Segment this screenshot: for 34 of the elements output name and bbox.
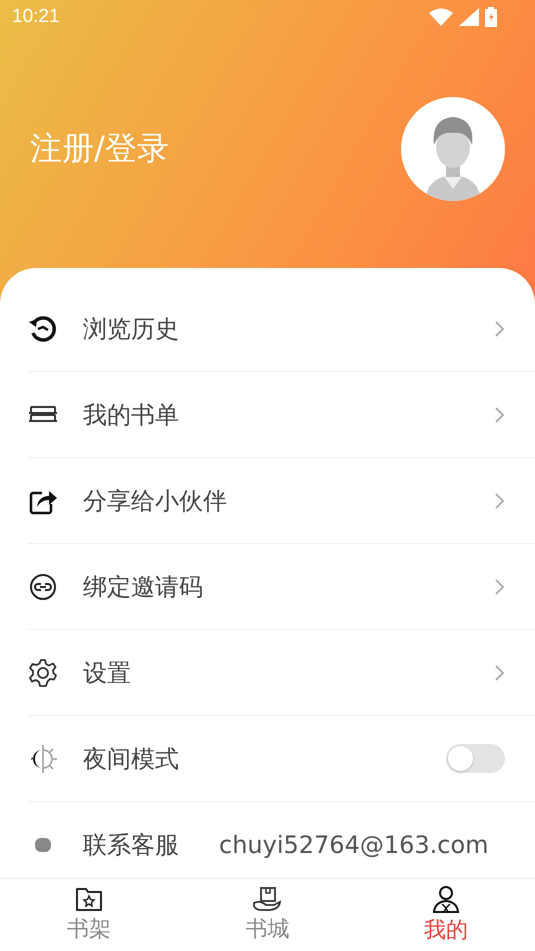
chevron-icon — [495, 492, 505, 508]
folder-star-icon — [75, 886, 104, 912]
menu-label: 联系客服 — [83, 830, 179, 860]
toggle-switch[interactable] — [446, 744, 505, 773]
settings-icon — [28, 658, 58, 688]
menu-item[interactable]: 浏览历史 — [28, 286, 535, 372]
menu-item[interactable]: 绑定邀请码 — [28, 544, 535, 630]
nav-tab[interactable]: 我的 — [356, 879, 535, 951]
chevron-icon — [495, 664, 505, 680]
wifi-icon — [429, 8, 453, 26]
menu-item[interactable]: 设置 — [28, 630, 535, 716]
menu-item[interactable]: 我的书单 — [28, 372, 535, 458]
nav-tab[interactable]: 书城 — [178, 879, 357, 951]
day-night-icon — [28, 744, 58, 774]
menu-label: 设置 — [83, 658, 131, 688]
signal-icon — [459, 8, 479, 26]
history-icon — [28, 314, 58, 344]
nav-tab[interactable]: 书架 — [0, 879, 178, 951]
menu-label: 浏览历史 — [83, 314, 179, 344]
battery-icon — [485, 7, 497, 27]
box-in-hand-icon — [252, 886, 282, 912]
avatar[interactable] — [401, 96, 505, 200]
menu-item[interactable]: 分享给小伙伴 — [28, 458, 535, 544]
link-icon — [28, 572, 58, 602]
chevron-icon — [495, 406, 505, 422]
menu-label: 分享给小伙伴 — [83, 486, 227, 516]
contact-email: chuyi52764@163.com — [219, 830, 489, 858]
chevron-icon — [495, 320, 505, 336]
user-icon — [430, 885, 461, 913]
chevron-icon — [495, 578, 505, 594]
menu-label: 绑定邀请码 — [83, 572, 203, 602]
menu-label: 夜间模式 — [83, 744, 179, 774]
menu-label: 我的书单 — [83, 400, 179, 430]
status-time: 10:21 — [12, 6, 60, 28]
